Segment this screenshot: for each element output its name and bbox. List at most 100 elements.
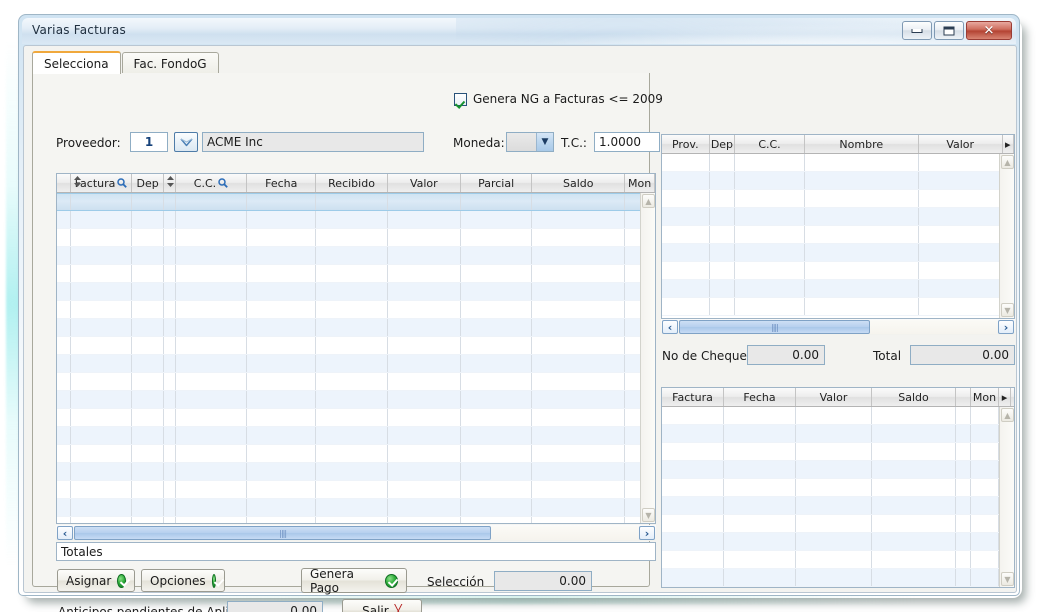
invoice-cell[interactable] xyxy=(247,301,317,318)
detail-cell[interactable] xyxy=(971,407,999,424)
invoice-column-header-valor[interactable]: Valor xyxy=(388,174,461,192)
invoice-scroll-up-button[interactable]: ▲ xyxy=(642,194,655,208)
invoice-cell[interactable] xyxy=(316,373,388,390)
invoice-cell[interactable] xyxy=(532,427,626,444)
detail-cell[interactable] xyxy=(956,407,971,424)
detail-cell[interactable] xyxy=(724,479,796,496)
provider-cell[interactable] xyxy=(710,280,736,297)
invoice-cell[interactable] xyxy=(388,301,461,318)
detail-cell[interactable] xyxy=(872,533,956,550)
invoice-grid-vscrollbar[interactable]: ▲ ▼ xyxy=(640,193,655,523)
invoice-cell[interactable] xyxy=(132,373,164,390)
invoice-cell[interactable] xyxy=(71,409,133,426)
provider-cell[interactable] xyxy=(805,190,919,207)
invoice-cell[interactable] xyxy=(532,211,626,228)
invoice-cell[interactable] xyxy=(176,229,248,246)
invoice-cell[interactable] xyxy=(176,373,248,390)
invoice-column-header-mon[interactable]: Mon xyxy=(625,174,655,192)
provider-cell[interactable] xyxy=(710,226,736,243)
invoice-cell[interactable] xyxy=(176,211,248,228)
invoice-grid-hscrollbar[interactable]: ‹ |||| › xyxy=(56,525,656,541)
detail-cell[interactable] xyxy=(796,515,872,532)
invoice-row[interactable] xyxy=(57,391,655,409)
invoice-cell[interactable] xyxy=(532,373,626,390)
invoice-row[interactable] xyxy=(57,499,655,517)
invoice-cell[interactable] xyxy=(164,283,176,300)
detail-cell[interactable] xyxy=(872,443,956,460)
invoice-cell[interactable] xyxy=(388,337,461,354)
restore-button[interactable] xyxy=(934,21,964,40)
provider-cell[interactable] xyxy=(735,208,805,225)
invoice-cell[interactable] xyxy=(164,481,176,498)
invoice-cell[interactable] xyxy=(532,445,626,462)
search-icon[interactable] xyxy=(218,178,228,188)
detail-scroll-down-button[interactable]: ▼ xyxy=(1001,572,1014,586)
detail-cell[interactable] xyxy=(662,515,724,532)
invoice-cell[interactable] xyxy=(164,463,176,480)
provider-cell[interactable] xyxy=(710,298,736,315)
sort-arrows-icon[interactable] xyxy=(166,176,174,190)
detail-cell[interactable] xyxy=(662,425,724,442)
detail-cell[interactable] xyxy=(872,551,956,568)
invoice-cell[interactable] xyxy=(176,194,248,210)
detail-cell[interactable] xyxy=(999,587,1011,588)
invoice-cell[interactable] xyxy=(316,499,388,516)
invoice-cell[interactable] xyxy=(164,373,176,390)
detail-column-header-blank4[interactable] xyxy=(956,388,971,406)
detail-cell[interactable] xyxy=(724,497,796,514)
provider-cell[interactable] xyxy=(805,244,919,261)
invoice-cell[interactable] xyxy=(71,427,133,444)
provider-cell[interactable] xyxy=(805,154,919,171)
detail-cell[interactable] xyxy=(956,587,971,588)
invoice-cell[interactable] xyxy=(316,391,388,408)
invoice-cell[interactable] xyxy=(71,283,133,300)
detail-cell[interactable] xyxy=(662,497,724,514)
genera-pago-button[interactable]: Genera Pago xyxy=(301,567,407,595)
detail-cell[interactable] xyxy=(662,533,724,550)
invoice-cell[interactable] xyxy=(316,517,388,523)
invoice-cell[interactable] xyxy=(247,194,317,210)
detail-cell[interactable] xyxy=(956,497,971,514)
invoice-cell[interactable] xyxy=(461,247,533,264)
invoice-cell[interactable] xyxy=(176,319,248,336)
invoice-row[interactable] xyxy=(57,355,655,373)
detail-cell[interactable] xyxy=(971,551,999,568)
invoice-cell[interactable] xyxy=(164,229,176,246)
invoice-cell[interactable] xyxy=(461,427,533,444)
detail-cell[interactable] xyxy=(662,551,724,568)
invoice-cell[interactable] xyxy=(57,301,71,318)
invoice-cell[interactable] xyxy=(164,301,176,318)
invoice-cell[interactable] xyxy=(532,265,626,282)
invoice-cell[interactable] xyxy=(132,517,164,523)
invoice-cell[interactable] xyxy=(461,229,533,246)
invoice-cell[interactable] xyxy=(71,319,133,336)
detail-cell[interactable] xyxy=(724,407,796,424)
provider-cell[interactable] xyxy=(919,298,1003,315)
invoice-cell[interactable] xyxy=(132,337,164,354)
detail-cell[interactable] xyxy=(872,515,956,532)
detail-cell[interactable] xyxy=(662,443,724,460)
provider-cell[interactable] xyxy=(919,190,1003,207)
provider-row[interactable] xyxy=(662,280,1014,298)
invoice-cell[interactable] xyxy=(57,211,71,228)
invoice-cell[interactable] xyxy=(316,247,388,264)
provider-column-header-c-c[interactable]: C.C. xyxy=(735,135,805,153)
invoice-cell[interactable] xyxy=(316,481,388,498)
detail-cell[interactable] xyxy=(662,569,724,586)
invoice-cell[interactable] xyxy=(388,463,461,480)
provider-cell[interactable] xyxy=(735,154,805,171)
invoice-cell[interactable] xyxy=(316,409,388,426)
invoice-cell[interactable] xyxy=(247,265,317,282)
invoice-hscroll-track[interactable]: |||| xyxy=(74,526,638,540)
invoice-scroll-down-button[interactable]: ▼ xyxy=(642,508,655,522)
detail-cell[interactable] xyxy=(796,587,872,588)
invoice-cell[interactable] xyxy=(316,265,388,282)
invoice-cell[interactable] xyxy=(57,265,71,282)
detail-cell[interactable] xyxy=(662,587,724,588)
invoice-cell[interactable] xyxy=(176,427,248,444)
invoice-cell[interactable] xyxy=(57,517,71,523)
invoice-cell[interactable] xyxy=(132,355,164,372)
minimize-button[interactable] xyxy=(902,21,932,40)
invoice-cell[interactable] xyxy=(461,194,533,210)
invoice-cell[interactable] xyxy=(461,265,533,282)
